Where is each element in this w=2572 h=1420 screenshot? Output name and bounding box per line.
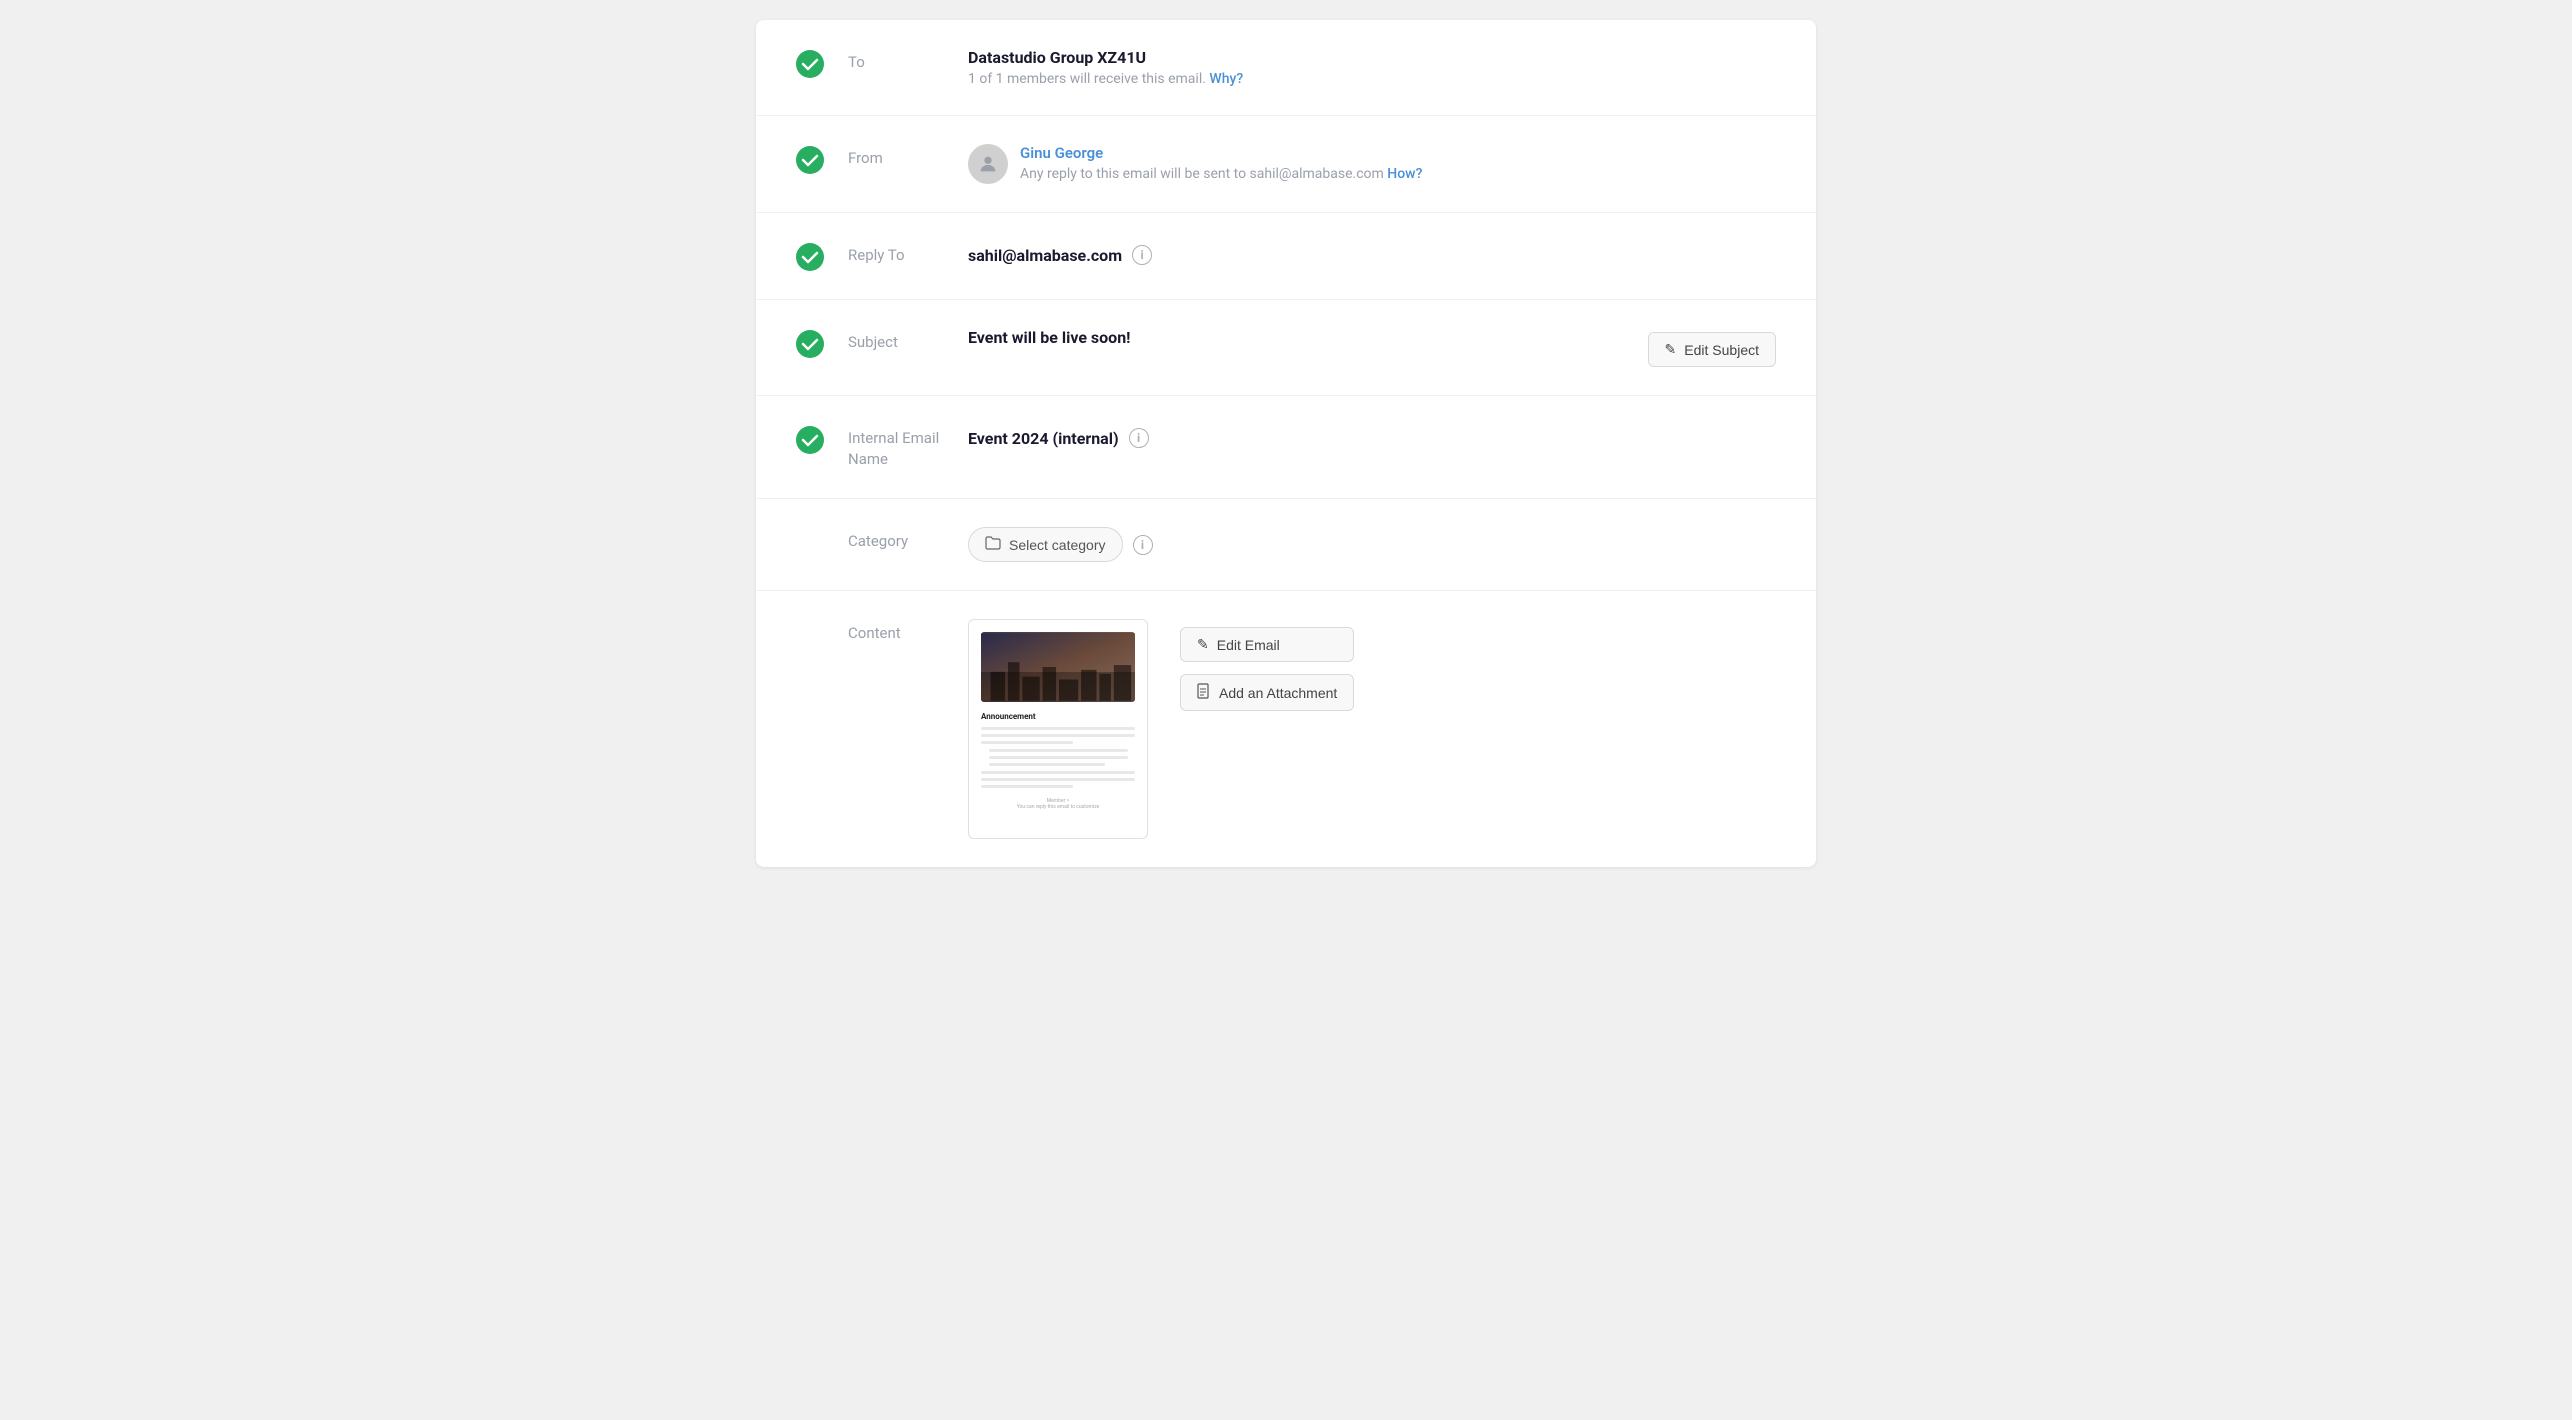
attachment-icon: [1197, 683, 1211, 702]
from-check-icon: [796, 146, 824, 174]
preview-image: [981, 632, 1135, 702]
internal-name-info-icon[interactable]: i: [1129, 428, 1149, 448]
preview-bullet-3: [989, 763, 1105, 766]
add-attachment-label: Add an Attachment: [1219, 685, 1337, 701]
preview-footer: Member >You can reply this email to cust…: [981, 798, 1135, 810]
edit-subject-icon: ✎: [1665, 341, 1677, 358]
category-content: Select category i: [968, 527, 1776, 562]
category-row: Category Select category i: [756, 499, 1816, 591]
preview-line-4: [981, 771, 1135, 774]
content-row: Content: [756, 591, 1816, 867]
preview-line-5: [981, 778, 1135, 781]
category-label: Category: [848, 531, 968, 552]
reply-to-check-icon: [796, 243, 824, 271]
reply-to-inner: sahil@almabase.com i: [968, 245, 1776, 265]
edit-subject-label: Edit Subject: [1684, 342, 1759, 358]
from-row-inner: Ginu George Any reply to this email will…: [968, 144, 1776, 184]
edit-email-icon: ✎: [1197, 636, 1209, 653]
content-actions: ✎ Edit Email: [1180, 619, 1354, 711]
reply-to-email: sahil@almabase.com: [968, 246, 1122, 265]
category-info-icon[interactable]: i: [1133, 535, 1153, 555]
internal-name-label: Internal Email Name: [848, 428, 968, 470]
select-category-label: Select category: [1009, 537, 1106, 553]
subject-actions: ✎ Edit Subject: [1628, 332, 1776, 367]
preview-title: Announcement: [981, 712, 1135, 721]
preview-bullet-2: [989, 756, 1128, 759]
add-attachment-button[interactable]: Add an Attachment: [1180, 674, 1354, 711]
edit-email-button[interactable]: ✎ Edit Email: [1180, 627, 1354, 662]
preview-line-1: [981, 727, 1135, 730]
how-link[interactable]: How?: [1387, 166, 1422, 182]
preview-line-6: [981, 785, 1073, 788]
email-config-card: To Datastudio Group XZ41U 1 of 1 members…: [756, 20, 1816, 867]
subject-label: Subject: [848, 332, 968, 353]
from-avatar: [968, 144, 1008, 184]
subject-content: Event will be live soon!: [968, 328, 1628, 347]
subject-text: Event will be live soon!: [968, 328, 1131, 347]
from-label: From: [848, 148, 968, 169]
content-area-main: Announcement: [968, 619, 1776, 839]
reply-to-label: Reply To: [848, 245, 968, 266]
from-sub-text: Any reply to this email will be sent to …: [1020, 166, 1422, 182]
preview-line-2: [981, 734, 1135, 737]
to-group-name: Datastudio Group XZ41U: [968, 48, 1776, 67]
subject-row: Subject Event will be live soon! ✎ Edit …: [756, 300, 1816, 396]
edit-email-label: Edit Email: [1217, 637, 1280, 653]
internal-name-inner: Event 2024 (internal) i: [968, 428, 1776, 448]
content-inner: Announcement: [968, 619, 1776, 839]
internal-name-check-icon: [796, 426, 824, 454]
to-sub-text: 1 of 1 members will receive this email. …: [968, 71, 1776, 87]
preview-bullet-1: [989, 749, 1128, 752]
to-row: To Datastudio Group XZ41U 1 of 1 members…: [756, 20, 1816, 116]
select-category-button[interactable]: Select category: [968, 527, 1123, 562]
subject-row-inner: Event will be live soon!: [968, 328, 1628, 347]
page-wrapper: To Datastudio Group XZ41U 1 of 1 members…: [736, 20, 1836, 867]
why-link[interactable]: Why?: [1209, 71, 1243, 87]
folder-icon: [985, 536, 1001, 553]
internal-name-text: Event 2024 (internal): [968, 429, 1119, 448]
internal-name-content: Event 2024 (internal) i: [968, 424, 1776, 448]
to-check-icon: [796, 50, 824, 78]
from-name: Ginu George: [1020, 144, 1422, 162]
reply-to-row: Reply To sahil@almabase.com i: [756, 213, 1816, 300]
email-preview: Announcement: [968, 619, 1148, 839]
preview-line-3: [981, 741, 1073, 744]
to-content: Datastudio Group XZ41U 1 of 1 members wi…: [968, 48, 1776, 87]
content-label: Content: [848, 623, 968, 644]
from-info: Ginu George Any reply to this email will…: [1020, 144, 1422, 182]
from-content: Ginu George Any reply to this email will…: [968, 144, 1776, 184]
reply-to-content-area: sahil@almabase.com i: [968, 241, 1776, 265]
reply-to-info-icon[interactable]: i: [1132, 245, 1152, 265]
internal-email-name-row: Internal Email Name Event 2024 (internal…: [756, 396, 1816, 499]
edit-subject-button[interactable]: ✎ Edit Subject: [1648, 332, 1776, 367]
category-area: Select category i: [968, 527, 1776, 562]
subject-check-icon: [796, 330, 824, 358]
from-row: From Ginu George Any reply to this email…: [756, 116, 1816, 213]
to-label: To: [848, 52, 968, 73]
